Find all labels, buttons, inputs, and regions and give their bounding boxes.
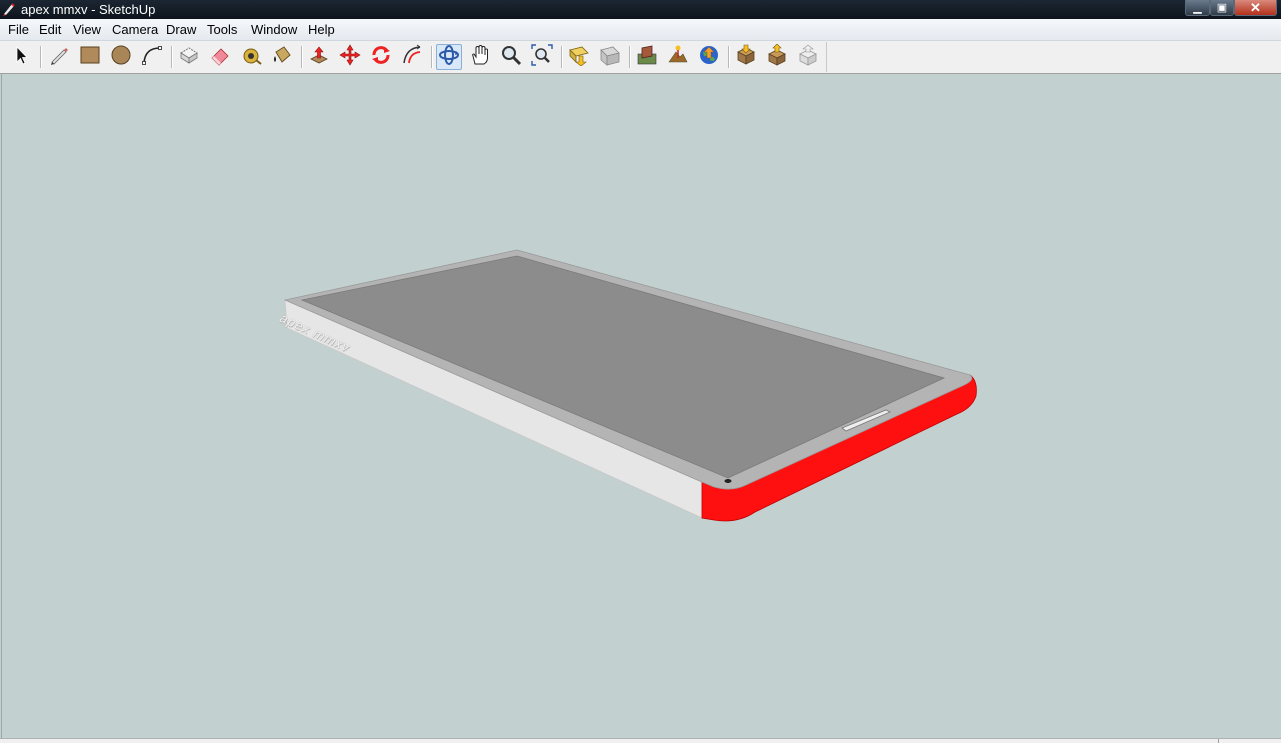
menu-tools[interactable]: Tools: [207, 22, 237, 38]
menu-camera[interactable]: Camera: [112, 22, 158, 38]
eraser-tool-button[interactable]: [207, 44, 233, 70]
orbit-tool-button[interactable]: [436, 44, 462, 70]
orbit-icon: [438, 44, 460, 71]
rectangle-icon: [79, 44, 101, 71]
toolbar-separator: [629, 46, 631, 68]
menu-draw[interactable]: Draw: [166, 22, 196, 38]
status-bar-divider: [1218, 739, 1219, 743]
toggle-terrain-button[interactable]: [665, 44, 691, 70]
menu-bar: File Edit View Camera Draw Tools Window …: [0, 19, 1281, 41]
menu-edit[interactable]: Edit: [39, 22, 61, 38]
toolbar-separator: [728, 46, 730, 68]
make-component-button[interactable]: [176, 44, 202, 70]
offset-tool-button[interactable]: [399, 44, 425, 70]
tape-measure-icon: [240, 44, 262, 71]
circle-icon: [110, 44, 132, 71]
menu-help[interactable]: Help: [308, 22, 335, 38]
add-location-icon: [636, 44, 658, 71]
toolbar-separator: [40, 46, 42, 68]
share-component-icon: [797, 44, 819, 71]
next-view-icon: [599, 44, 621, 71]
toolbar-separator: [431, 46, 433, 68]
model-canvas: [283, 249, 977, 522]
pencil-icon: [48, 44, 70, 71]
toolbar-separator: [301, 46, 303, 68]
rectangle-tool-button[interactable]: [77, 44, 103, 70]
get-models-button[interactable]: [733, 44, 759, 70]
maximize-button[interactable]: ▣: [1210, 0, 1234, 16]
paint-bucket-tool-button[interactable]: [269, 44, 295, 70]
zoom-tool-button[interactable]: [498, 44, 524, 70]
sketchup-app-icon[interactable]: [2, 2, 16, 16]
toolbar-separator: [171, 46, 173, 68]
paint-bucket-icon: [271, 44, 293, 71]
tape-measure-tool-button[interactable]: [238, 44, 264, 70]
menu-window[interactable]: Window: [251, 22, 297, 38]
make-component-icon: [178, 44, 200, 71]
large-tool-set-toolbar: [0, 41, 1281, 74]
previous-view-icon: [568, 44, 590, 71]
move-icon: [339, 43, 361, 71]
google-earth-button[interactable]: [696, 44, 722, 70]
status-bar: [0, 738, 1281, 743]
close-button[interactable]: ✕: [1234, 0, 1277, 16]
select-icon: [10, 44, 32, 71]
toggle-terrain-icon: [667, 44, 689, 71]
rotate-tool-button[interactable]: [368, 44, 394, 70]
next-view-button[interactable]: [597, 44, 623, 70]
move-tool-button[interactable]: [337, 43, 363, 71]
arc-icon: [141, 44, 163, 71]
phone-camera-dot: [724, 479, 732, 483]
share-model-icon: [766, 43, 788, 71]
share-model-button[interactable]: [764, 43, 790, 71]
offset-icon: [401, 44, 423, 71]
select-tool-button[interactable]: [8, 44, 34, 70]
eraser-icon: [209, 44, 231, 71]
arc-tool-button[interactable]: [139, 44, 165, 70]
maximize-icon: ▣: [1216, 2, 1228, 14]
minimize-button[interactable]: ▁: [1185, 0, 1210, 16]
rotate-icon: [370, 44, 392, 71]
add-location-button[interactable]: [634, 44, 660, 70]
zoom-extents-icon: [531, 43, 553, 71]
push-pull-icon: [308, 44, 330, 71]
close-icon: ✕: [1250, 0, 1261, 15]
zoom-extents-tool-button[interactable]: [529, 43, 555, 71]
line-tool-button[interactable]: [46, 44, 72, 70]
google-earth-icon: [698, 44, 720, 71]
menu-file[interactable]: File: [8, 22, 29, 38]
share-component-button[interactable]: [795, 44, 821, 70]
toolbar-separator: [561, 46, 563, 68]
previous-view-button[interactable]: [566, 44, 592, 70]
pan-icon: [469, 44, 491, 71]
menu-view[interactable]: View: [73, 22, 101, 38]
get-models-icon: [735, 44, 757, 71]
zoom-icon: [500, 44, 522, 71]
minimize-icon: ▁: [1193, 2, 1202, 14]
pan-tool-button[interactable]: [467, 44, 493, 70]
window-title: apex mmxv - SketchUp: [21, 2, 156, 17]
title-bar: apex mmxv - SketchUp ▁ ▣ ✕: [0, 0, 1281, 19]
circle-tool-button[interactable]: [108, 44, 134, 70]
push-pull-tool-button[interactable]: [306, 44, 332, 70]
drawing-area-viewport[interactable]: apex mmxv: [1, 74, 1281, 738]
